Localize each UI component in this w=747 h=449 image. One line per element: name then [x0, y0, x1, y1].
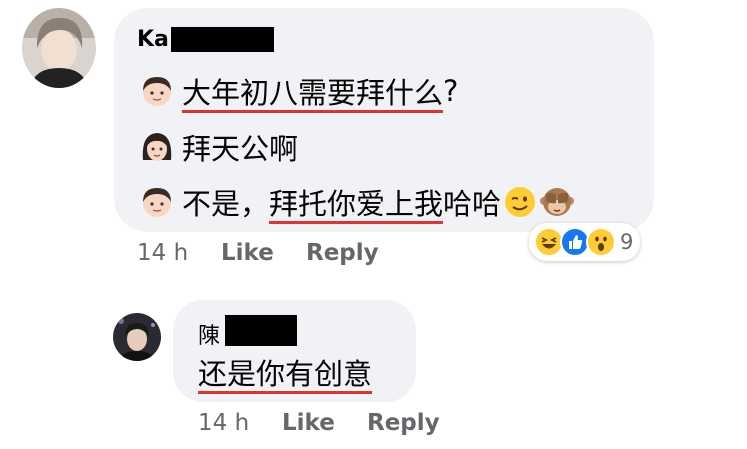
commenter-avatar[interactable] [22, 8, 96, 88]
comment-text: 不是， [182, 187, 270, 221]
boy-face-icon [140, 185, 174, 219]
text-tail: 哈哈 [443, 187, 502, 221]
text-tail: ? [443, 74, 459, 108]
redacted-name-bar [171, 27, 274, 52]
redacted-name-bar [225, 315, 297, 346]
comment-timestamp[interactable]: 14 h [137, 240, 188, 266]
comment-text-line: 不是， 拜托你爱上我 哈哈 [140, 181, 575, 223]
reply-author[interactable]: 陳 [198, 318, 220, 350]
reaction-count: 9 [620, 230, 634, 254]
comment-text-line: 拜天公啊 [140, 126, 298, 168]
boy-face-icon [140, 74, 174, 108]
woman-face-icon [140, 130, 174, 164]
underlined-text: 还是你有创意 [198, 357, 373, 391]
reply-button[interactable]: Reply [306, 240, 379, 266]
reply-avatar[interactable] [113, 313, 161, 361]
reply-actions: 14 h Like Reply [0, 410, 747, 440]
winking-face-icon [503, 185, 537, 219]
reactions-summary[interactable]: 9 [529, 223, 641, 261]
underlined-text: 大年初八需要拜什么 [182, 76, 444, 110]
see-no-evil-monkey-icon [539, 185, 575, 219]
reply-text-line: 还是你有创意 [198, 351, 372, 393]
comment-text: 拜天公啊 [182, 132, 299, 166]
like-button[interactable]: Like [282, 410, 335, 436]
underlined-text: 拜托你爱上我 [269, 187, 444, 221]
comment-text-line: 大年初八需要拜什么 ? [140, 70, 458, 112]
like-button[interactable]: Like [221, 240, 274, 266]
comment-author[interactable]: Ka [137, 27, 169, 52]
wow-reaction-icon [586, 227, 616, 257]
reply-button[interactable]: Reply [367, 410, 440, 436]
reply-timestamp[interactable]: 14 h [198, 410, 249, 436]
